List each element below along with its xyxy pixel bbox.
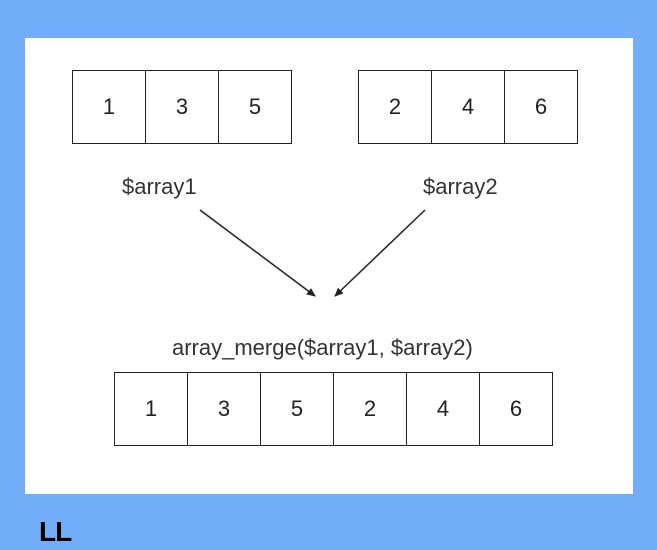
diagram-panel: 1 3 5 $array1 2 4 6 $array2 array_merge(… xyxy=(25,38,633,494)
watermark-icon: LL xyxy=(39,516,71,548)
merged-cell-5: 6 xyxy=(479,372,553,446)
merged-cell-2: 5 xyxy=(260,372,334,446)
arrow-right-icon xyxy=(335,210,425,296)
merged-array: 1 3 5 2 4 6 xyxy=(114,372,553,446)
merged-cell-3: 2 xyxy=(333,372,407,446)
merged-cell-1: 3 xyxy=(187,372,261,446)
merged-cell-0: 1 xyxy=(114,372,188,446)
arrow-left-icon xyxy=(200,210,315,296)
merge-function-label: array_merge($array1, $array2) xyxy=(172,335,473,361)
merged-cell-4: 4 xyxy=(406,372,480,446)
